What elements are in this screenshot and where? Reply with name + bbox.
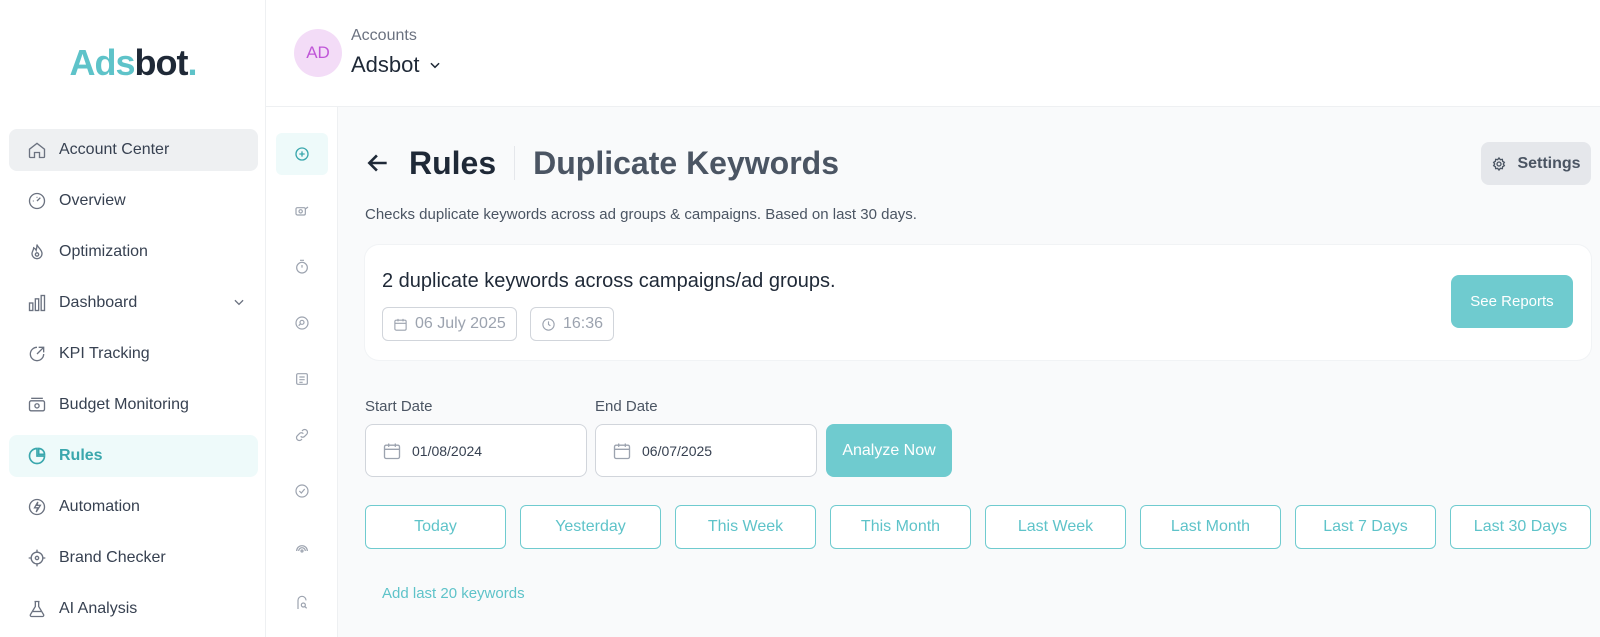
rail-item-search[interactable] (276, 302, 328, 344)
summary-text: 2 duplicate keywords across campaigns/ad… (382, 270, 836, 292)
sidebar-item-automation[interactable]: Automation (9, 486, 258, 528)
sidebar-nav: Account Center Overview Optimization Das… (9, 129, 258, 637)
sidebar-item-label: KPI Tracking (59, 345, 150, 362)
account-name: Adsbot (351, 52, 420, 77)
sidebar-item-brand-checker[interactable]: Brand Checker (9, 537, 258, 579)
sidebar-item-label: Automation (59, 498, 140, 515)
end-date-value: 06/07/2025 (642, 442, 713, 459)
chevron-down-icon (429, 62, 440, 69)
preset-last-month-button[interactable]: Last Month (1140, 505, 1281, 549)
gauge-icon (28, 192, 46, 210)
date-chip: 06 July 2025 (382, 307, 517, 341)
sidebar-item-optimization[interactable]: Optimization (9, 231, 258, 273)
settings-button[interactable]: Settings (1481, 142, 1591, 185)
rail-item-user-search[interactable] (276, 582, 328, 624)
gear-icon (1493, 156, 1506, 171)
sidebar-item-account-center[interactable]: Account Center (9, 129, 258, 171)
sidebar-item-rules[interactable]: Rules (9, 435, 258, 477)
summary-date: 06 July 2025 (415, 315, 506, 332)
chevron-down-icon[interactable] (232, 295, 246, 309)
bolt-icon (28, 498, 46, 516)
summary-card: 2 duplicate keywords across campaigns/ad… (365, 245, 1591, 360)
rail-item-signal[interactable] (276, 526, 328, 568)
document-icon (296, 373, 308, 385)
preset-this-week-button[interactable]: This Week (675, 505, 816, 549)
check-circle-icon (295, 484, 309, 498)
title-divider (514, 146, 516, 180)
sidebar-item-label: Brand Checker (59, 549, 166, 566)
account-selector[interactable]: Adsbot (351, 52, 442, 78)
flask-icon (29, 600, 45, 618)
time-chip: 16:36 (530, 307, 615, 341)
signal-icon (296, 545, 308, 553)
clock-icon (542, 317, 555, 331)
sidebar-item-dashboard[interactable]: Dashboard (9, 282, 258, 324)
start-date-label: Start Date (365, 398, 433, 415)
settings-label: Settings (1517, 154, 1581, 172)
sidebar-item-label: Account Center (59, 141, 170, 158)
calendar-icon (383, 443, 401, 459)
rail-item-check[interactable] (276, 470, 328, 512)
preset-last-week-button[interactable]: Last Week (985, 505, 1126, 549)
flame-icon (31, 244, 43, 260)
see-reports-button[interactable]: See Reports (1451, 275, 1573, 328)
search-circle-icon (295, 316, 309, 330)
preset-last-7-days-button[interactable]: Last 7 Days (1295, 505, 1436, 549)
sidebar-item-overview[interactable]: Overview (9, 180, 258, 222)
end-date-label: End Date (595, 398, 658, 415)
sidebar-item-label: Budget Monitoring (59, 396, 189, 413)
sidebar-item-label: Dashboard (59, 294, 138, 311)
sidebar-item-label: Optimization (59, 243, 148, 260)
rule-description: Checks duplicate keywords across ad grou… (365, 206, 917, 223)
preset-today-button[interactable]: Today (365, 505, 506, 549)
preset-yesterday-button[interactable]: Yesterday (520, 505, 661, 549)
adsbot-logo[interactable]: Adsbot. (0, 42, 266, 84)
calendar-icon (394, 318, 407, 331)
rail-item-document[interactable] (276, 358, 328, 400)
camera-icon (295, 206, 309, 216)
sidebar-item-ai-analysis[interactable]: AI Analysis (9, 588, 258, 630)
analyze-now-button[interactable]: Analyze Now (826, 424, 952, 477)
add-keywords-link[interactable]: Add last 20 keywords (382, 585, 525, 602)
home-icon (28, 142, 46, 159)
start-date-value: 01/08/2024 (412, 442, 483, 459)
page-title-row: Rules Duplicate Keywords (365, 145, 839, 181)
avatar[interactable]: AD (294, 29, 342, 77)
sidebar-item-label: Rules (59, 447, 103, 464)
user-search-icon (297, 595, 308, 609)
sidebar-item-kpi-tracking[interactable]: KPI Tracking (9, 333, 258, 375)
plus-circle-icon (295, 147, 309, 161)
summary-time: 16:36 (563, 315, 604, 332)
sidebar-item-label: Overview (59, 192, 126, 209)
page-title: Rules (409, 144, 497, 181)
trend-icon (29, 346, 45, 362)
bar-chart-icon (28, 294, 46, 312)
sidebar-item-budget-monitoring[interactable]: Budget Monitoring (9, 384, 258, 426)
link-icon (295, 428, 309, 442)
end-date-input[interactable]: 06/07/2025 (595, 424, 817, 477)
preset-this-month-button[interactable]: This Month (830, 505, 971, 549)
pie-chart-icon (28, 447, 46, 465)
icon-rail (266, 107, 338, 637)
preset-last-30-days-button[interactable]: Last 30 Days (1450, 505, 1591, 549)
sidebar: Adsbot. Account Center Overview Optimiza… (0, 0, 266, 637)
top-bar: AD Accounts Adsbot (266, 0, 1600, 107)
rail-item-camera[interactable] (276, 190, 328, 232)
page-subtitle: Duplicate Keywords (533, 144, 839, 181)
back-arrow-icon[interactable] (365, 150, 391, 176)
crosshair-icon (28, 549, 46, 567)
sidebar-item-label: AI Analysis (59, 600, 138, 617)
rail-item-add[interactable] (276, 133, 328, 175)
start-date-input[interactable]: 01/08/2024 (365, 424, 587, 477)
accounts-label: Accounts (351, 27, 417, 44)
calendar-icon (613, 443, 631, 459)
rail-item-timer[interactable] (276, 246, 328, 288)
money-icon (28, 397, 46, 412)
rail-item-link[interactable] (276, 414, 328, 456)
timer-icon (296, 259, 308, 274)
